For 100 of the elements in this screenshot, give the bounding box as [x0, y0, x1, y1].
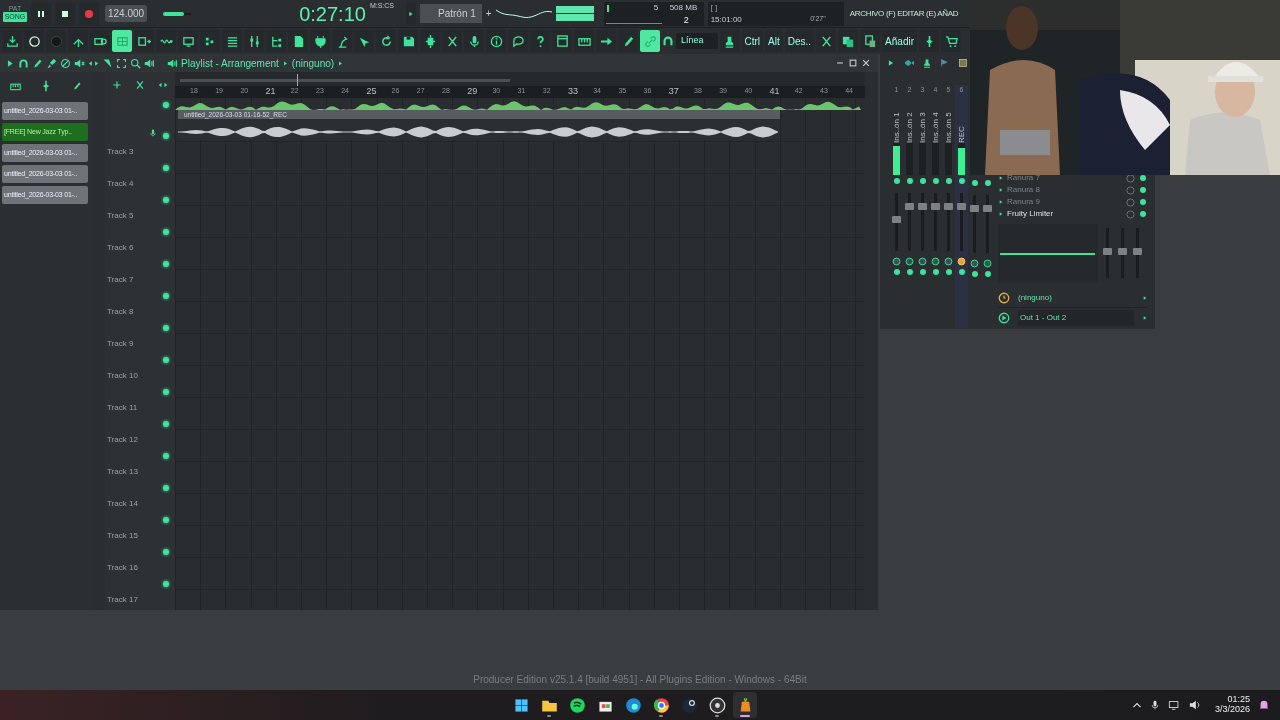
strip-led[interactable] [984, 271, 991, 277]
speaker-icon[interactable] [1188, 699, 1201, 711]
play-pattern-button[interactable] [406, 2, 416, 25]
strip-led[interactable] [971, 271, 978, 277]
pan-knob[interactable] [892, 257, 901, 266]
chevron-up-icon[interactable] [1131, 700, 1142, 710]
slip-icon[interactable] [158, 80, 169, 90]
toolbar-button[interactable] [266, 30, 286, 52]
toolbar-button[interactable] [838, 30, 859, 52]
send-selector[interactable]: (ninguno) [1018, 291, 1134, 304]
mute-icon[interactable] [60, 57, 71, 69]
stop-button[interactable] [55, 2, 75, 25]
tempo-field[interactable]: 124.000 [105, 5, 148, 22]
effect-slot[interactable]: Ranura 7 [1007, 172, 1123, 184]
square-icon[interactable] [958, 57, 968, 68]
microphone-icon[interactable] [1149, 699, 1160, 711]
track-name[interactable]: Track 14 [107, 498, 138, 510]
scrollbar[interactable] [865, 72, 878, 610]
strip-led[interactable] [906, 178, 913, 184]
track-led[interactable] [163, 293, 169, 299]
magnet-icon[interactable] [18, 57, 29, 69]
pattern-name[interactable]: (ninguno) [291, 55, 335, 71]
strip-led[interactable] [919, 178, 926, 184]
scroll-handle[interactable] [180, 79, 510, 82]
strip-led[interactable] [971, 180, 978, 186]
track-led[interactable] [163, 357, 169, 363]
pen-icon[interactable] [32, 57, 43, 69]
track-name[interactable]: Track 3 [107, 146, 134, 158]
track-name[interactable]: Track 9 [107, 338, 134, 350]
strip-controls[interactable] [955, 175, 968, 328]
pan-knob[interactable] [983, 259, 992, 268]
slot-led[interactable] [1140, 187, 1146, 193]
track-led[interactable] [163, 229, 169, 235]
strip-led[interactable] [958, 178, 965, 184]
toolbar-button[interactable] [486, 30, 506, 52]
track-led[interactable] [163, 389, 169, 395]
add-pattern-button[interactable]: + [485, 6, 492, 21]
strip-led[interactable] [906, 269, 913, 275]
toolbar-button[interactable] [310, 30, 330, 52]
toolbar-button[interactable] [398, 30, 418, 52]
track-led[interactable] [163, 517, 169, 523]
strip-led[interactable] [958, 269, 965, 275]
track-name[interactable]: Track 12 [107, 434, 138, 446]
toolbar-button[interactable] [530, 30, 550, 52]
track-name[interactable]: Track 13 [107, 466, 138, 478]
pen-icon[interactable] [72, 81, 83, 91]
maximize-icon[interactable] [848, 58, 858, 68]
track-led[interactable] [163, 453, 169, 459]
pattern-selector[interactable]: Patrón 1 [420, 4, 482, 23]
track-name[interactable]: Track 6 [107, 242, 134, 254]
strip-led[interactable] [919, 269, 926, 275]
toolbar-button[interactable] [816, 30, 837, 52]
pan-knob[interactable] [905, 257, 914, 266]
track-led[interactable] [163, 261, 169, 267]
track-name[interactable]: Track 8 [107, 306, 134, 318]
pause-button[interactable] [31, 2, 51, 25]
toolbar-button[interactable] [860, 30, 881, 52]
effect-slot[interactable]: Ranura 9 [1007, 196, 1123, 208]
record-button[interactable] [79, 2, 99, 25]
toolbar-button[interactable] [134, 30, 154, 52]
strip-led[interactable] [893, 178, 900, 184]
toolbar-button[interactable] [222, 30, 242, 52]
toolbar-button[interactable] [376, 30, 396, 52]
pan-knob[interactable] [970, 259, 979, 268]
strip-led[interactable] [932, 269, 939, 275]
close-icon[interactable] [861, 58, 871, 68]
brush-icon[interactable] [46, 57, 57, 69]
track-name[interactable]: Track 17 [107, 594, 138, 606]
scissors-icon[interactable] [135, 80, 145, 90]
effect-slot[interactable]: Ranura 8 [1007, 184, 1123, 196]
track-name[interactable]: Track 4 [107, 178, 134, 190]
toolbar-button[interactable] [24, 30, 44, 52]
snap-dropdown[interactable]: Línea [676, 33, 718, 49]
toolbar-button[interactable] [288, 30, 308, 52]
stamp-icon[interactable] [922, 57, 932, 68]
fish-icon[interactable] [904, 57, 914, 68]
toolbar-button[interactable] [244, 30, 264, 52]
zoom-icon[interactable] [130, 57, 141, 69]
main-menu[interactable]: ARCHIVO (F) EDITAR (E) AÑAD [849, 7, 959, 20]
strip-led[interactable] [945, 269, 952, 275]
track-led[interactable] [163, 325, 169, 331]
strip-led[interactable] [893, 269, 900, 275]
strip-led[interactable] [984, 180, 991, 186]
toolbar-button[interactable]: Alt [765, 30, 783, 52]
toolbar-button[interactable] [919, 30, 939, 52]
toolbar-button[interactable] [618, 30, 638, 52]
toolbar-button[interactable] [941, 30, 961, 52]
slice-icon[interactable] [102, 57, 113, 69]
toolbar-button[interactable] [552, 30, 572, 52]
output-selector[interactable]: Out 1 - Out 2 [1018, 310, 1134, 326]
flag-icon[interactable] [940, 57, 950, 68]
taskbar-app[interactable] [733, 692, 757, 718]
slot-led[interactable] [1140, 199, 1146, 205]
volume-fader[interactable] [960, 193, 963, 251]
track-led[interactable] [163, 165, 169, 171]
keyboard-icon[interactable] [9, 80, 21, 92]
track-led[interactable] [163, 197, 169, 203]
track-name[interactable]: Track 10 [107, 370, 138, 382]
toolbar-button[interactable] [464, 30, 484, 52]
strip-led[interactable] [932, 178, 939, 184]
